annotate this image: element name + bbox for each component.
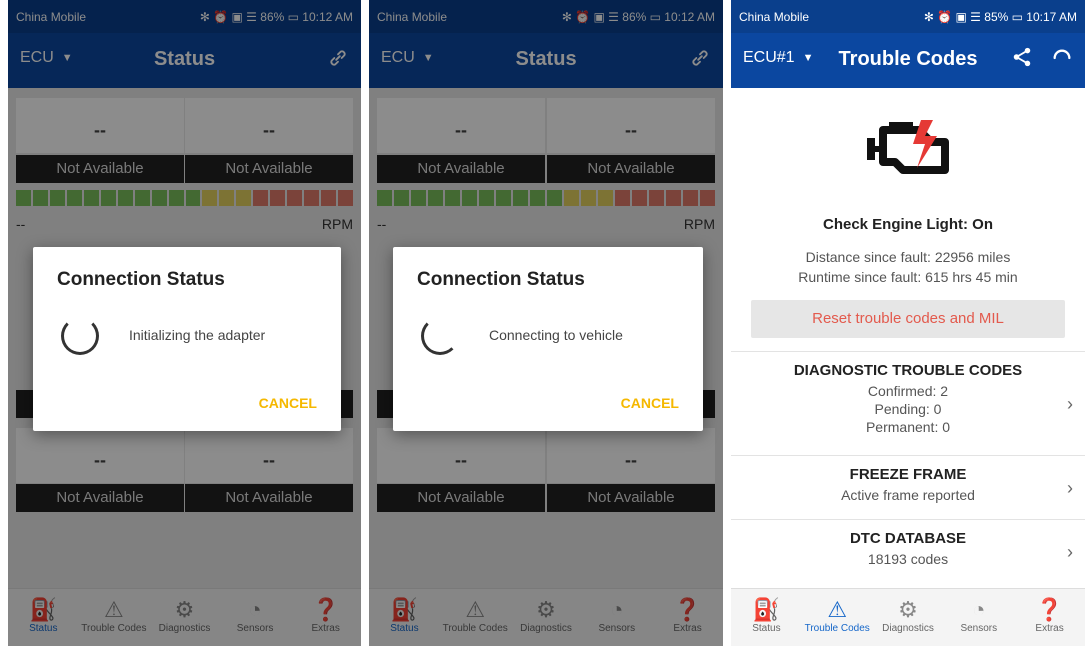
nav-label: Status [752, 623, 781, 634]
runtime-since-fault: Runtime since fault: 615 hrs 45 min [798, 269, 1018, 285]
check-engine-icon [731, 118, 1085, 180]
ecu-label: ECU#1 [743, 49, 795, 66]
caret-down-icon: ▼ [802, 52, 814, 64]
nav-label: Extras [1035, 623, 1064, 634]
ecu-selector[interactable]: ECU#1 ▼ [743, 49, 813, 67]
dtc-title: DIAGNOSTIC TROUBLE CODES [793, 362, 1023, 379]
nav-status[interactable]: ⛽ Status [731, 589, 802, 646]
dtc-section[interactable]: DIAGNOSTIC TROUBLE CODES Confirmed: 2 Pe… [731, 351, 1085, 455]
cancel-button[interactable]: CANCEL [259, 395, 317, 411]
nav-trouble-codes[interactable]: ⚠ Trouble Codes [802, 589, 873, 646]
connection-dialog: Connection Status Initializing the adapt… [33, 247, 341, 431]
dialog-message: Initializing the adapter [129, 327, 266, 343]
gauge-icon: ◔ [972, 597, 986, 622]
spinner-icon [61, 317, 99, 355]
nav-diagnostics[interactable]: ⚙ Diagnostics [873, 589, 944, 646]
connection-dialog: Connection Status Connecting to vehicle … [393, 247, 703, 431]
dtcdb-title: DTC DATABASE [849, 530, 967, 547]
help-icon: ❓ [1035, 597, 1064, 622]
spinner-icon [421, 317, 459, 355]
nav-label: Trouble Codes [804, 623, 870, 634]
status-bar: China Mobile ✻ ⏰ ▣ ☰ 85% ▭ 10:17 AM [731, 0, 1085, 33]
refresh-icon[interactable] [1051, 47, 1073, 75]
nav-label: Sensors [960, 623, 998, 634]
chevron-right-icon: › [1067, 393, 1073, 414]
engine-icon: ⛽ [752, 597, 781, 622]
cancel-button[interactable]: CANCEL [621, 395, 679, 411]
nav-sensors[interactable]: ◔ Sensors [943, 589, 1014, 646]
dtc-confirmed: Confirmed: 2 [867, 383, 949, 399]
chevron-right-icon: › [1067, 477, 1073, 498]
distance-since-fault: Distance since fault: 22956 miles [805, 249, 1011, 265]
reset-codes-button[interactable]: Reset trouble codes and MIL [751, 300, 1065, 338]
dialog-message: Connecting to vehicle [489, 327, 623, 343]
trouble-codes-content: Check Engine Light: On Distance since fa… [731, 88, 1085, 588]
freeze-frame-section[interactable]: FREEZE FRAME Active frame reported › [731, 455, 1085, 519]
freeze-title: FREEZE FRAME [849, 466, 967, 483]
dtc-pending: Pending: 0 [874, 401, 942, 417]
status-right: ✻ ⏰ ▣ ☰ 85% ▭ 10:17 AM [923, 9, 1077, 24]
freeze-sub: Active frame reported [841, 487, 975, 503]
carrier: China Mobile [739, 9, 810, 24]
dtc-permanent: Permanent: 0 [865, 419, 951, 435]
dtcdb-sub: 18193 codes [867, 551, 949, 567]
nav-extras[interactable]: ❓ Extras [1014, 589, 1085, 646]
nav-label: Diagnostics [882, 623, 934, 634]
app-bar: ECU#1 ▼ Trouble Codes [731, 33, 1085, 88]
dtc-database-section[interactable]: DTC DATABASE 18193 codes › [731, 519, 1085, 583]
gear-icon: ⚙ [898, 597, 918, 622]
phone-screen-2: China Mobile ✻ ⏰ ▣ ☰ 86% ▭ 10:12 AM ECU … [369, 0, 723, 646]
phone-screen-3: China Mobile ✻ ⏰ ▣ ☰ 85% ▭ 10:17 AM ECU#… [731, 0, 1085, 646]
bottom-nav: ⛽ Status ⚠ Trouble Codes ⚙ Diagnostics ◔ Sen… [731, 588, 1085, 646]
dialog-title: Connection Status [57, 269, 225, 290]
share-icon[interactable] [1011, 46, 1033, 74]
phone-screen-1: China Mobile ✻ ⏰ ▣ ☰ 86% ▭ 10:12 AM ECU … [8, 0, 361, 646]
dialog-title: Connection Status [417, 269, 585, 290]
stage: China Mobile ✻ ⏰ ▣ ☰ 86% ▭ 10:12 AM ECU … [0, 0, 1085, 646]
warning-icon: ⚠ [827, 597, 848, 622]
check-engine-status: Check Engine Light: On [822, 216, 993, 233]
chevron-right-icon: › [1067, 541, 1073, 562]
